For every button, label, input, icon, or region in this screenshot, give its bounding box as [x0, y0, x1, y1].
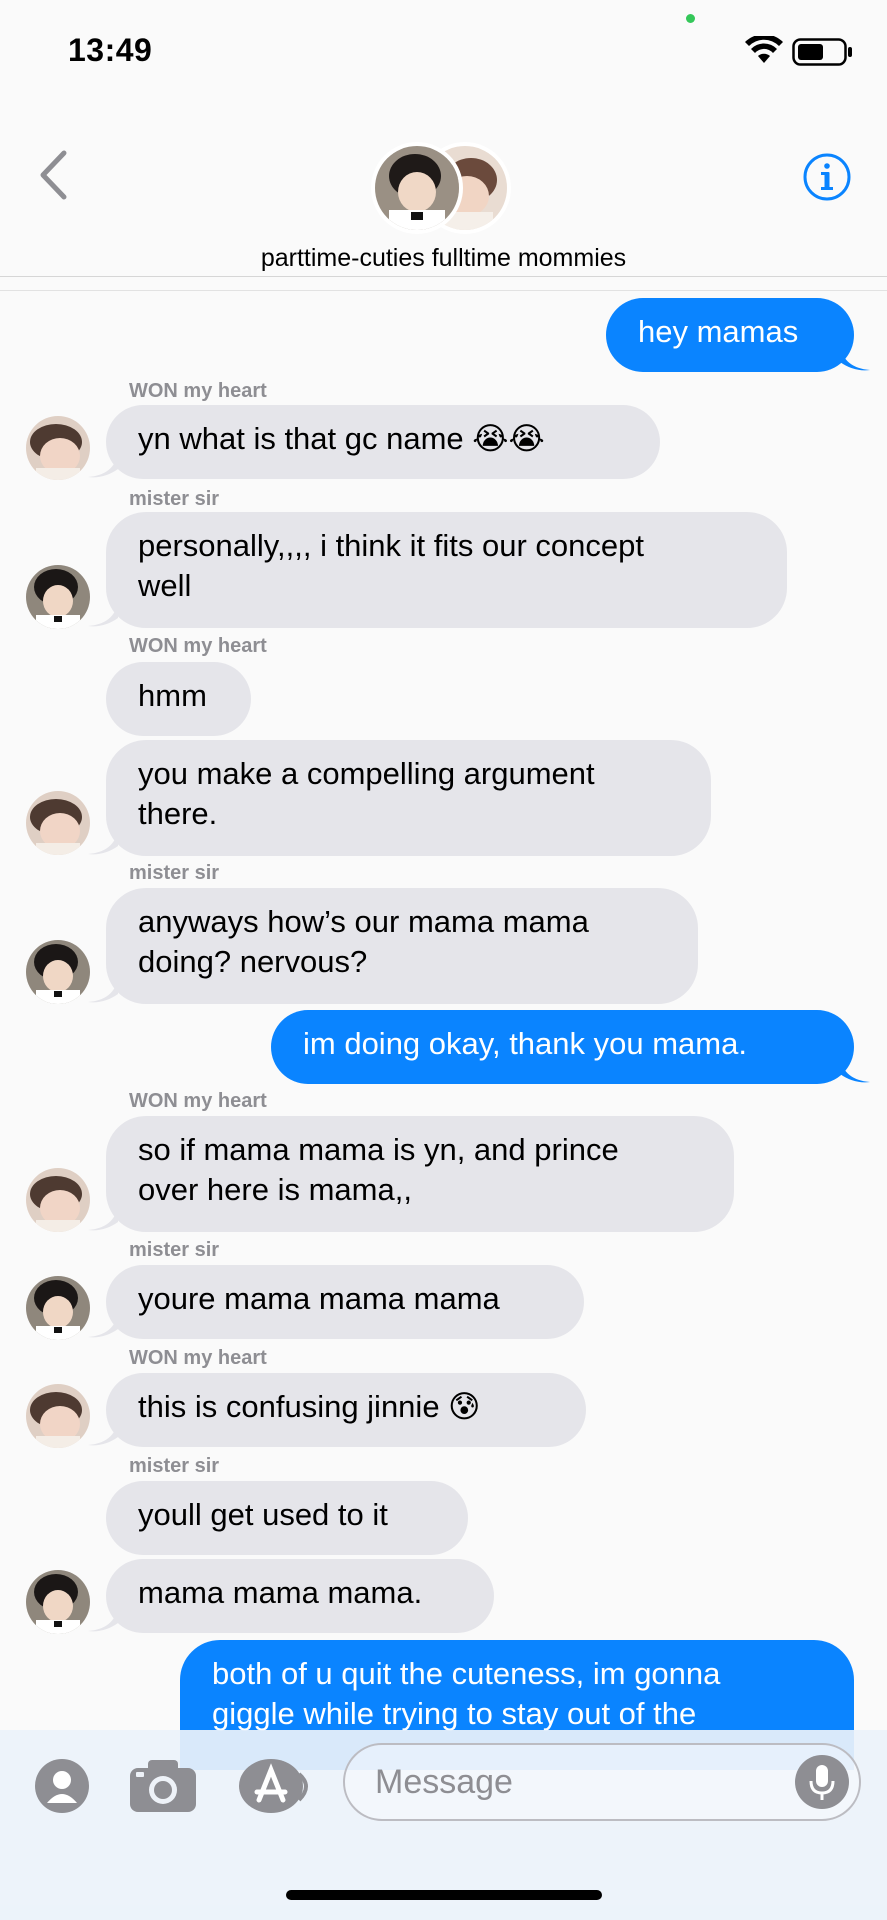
message-text: youre mama mama mama [138, 1281, 500, 1316]
message-input[interactable]: Message [343, 1743, 861, 1821]
group-avatar[interactable] [371, 142, 513, 236]
incoming-message[interactable]: this is confusing jinnie 😰 [106, 1373, 586, 1447]
message-text-line: so if mama mama is yn, and prince [138, 1132, 619, 1167]
message-text: im doing okay, thank you mama. [303, 1026, 747, 1061]
bubble-tail [88, 1607, 118, 1632]
bubble-tail [88, 1313, 118, 1338]
incoming-message[interactable]: mama mama mama. [106, 1559, 494, 1633]
header-divider [0, 290, 887, 291]
avatar-won[interactable] [26, 791, 90, 855]
bubble-tail [88, 453, 118, 478]
message-placeholder: Message [375, 1763, 513, 1801]
camera-indicator-dot [686, 14, 695, 23]
member-avatar-mister [371, 142, 463, 234]
message-text-line: both of u quit the cuteness, im gonna [212, 1656, 721, 1691]
incoming-message[interactable]: you make a compelling argument there. [106, 740, 711, 856]
incoming-message[interactable]: hmm [106, 662, 251, 736]
bubble-tail [88, 978, 118, 1003]
bubble-tail [840, 1058, 870, 1083]
avatar-won[interactable] [26, 1168, 90, 1232]
header-divider [0, 276, 887, 277]
status-bar: 13:49 [0, 0, 887, 100]
sender-name: mister sir [129, 862, 220, 884]
battery-icon [792, 38, 852, 66]
message-text: this is confusing jinnie 😰 [138, 1389, 481, 1424]
message-text-line: personally,,,, i think it fits our conce… [138, 528, 644, 563]
sender-name: WON my heart [129, 380, 267, 402]
message-text-line: giggle while trying to stay out of the [212, 1696, 697, 1731]
message-text: mama mama mama. [138, 1575, 423, 1610]
message-text-line: you make a compelling argument [138, 756, 595, 791]
app-store-icon[interactable] [237, 1756, 313, 1816]
sender-name: mister sir [129, 1239, 220, 1261]
sender-name: WON my heart [129, 635, 267, 657]
incoming-message[interactable]: youre mama mama mama [106, 1265, 584, 1339]
sender-name: mister sir [129, 1455, 220, 1477]
bubble-tail [88, 602, 118, 627]
message-text-line: well [138, 568, 192, 603]
incoming-message[interactable]: youll get used to it [106, 1481, 468, 1555]
message-text: yn what is that gc name 😭😭 [138, 421, 545, 456]
microphone-icon[interactable] [793, 1753, 851, 1811]
home-indicator[interactable] [286, 1890, 602, 1900]
incoming-message[interactable]: yn what is that gc name 😭😭 [106, 405, 660, 479]
memoji-apps-icon[interactable] [33, 1757, 91, 1815]
avatar-won[interactable] [26, 1384, 90, 1448]
incoming-message[interactable]: anyways how’s our mama mama doing? nervo… [106, 888, 698, 1004]
sender-name: WON my heart [129, 1347, 267, 1369]
outgoing-message[interactable]: im doing okay, thank you mama. [271, 1010, 854, 1084]
outgoing-message[interactable]: hey mamas [606, 298, 854, 372]
message-text-line: there. [138, 796, 218, 831]
chat-title[interactable]: parttime-cuties fulltime mommies [0, 244, 887, 273]
sender-name: mister sir [129, 488, 220, 510]
avatar-mister[interactable] [26, 940, 90, 1004]
wifi-icon [745, 36, 783, 63]
sender-name: WON my heart [129, 1090, 267, 1112]
avatar-won[interactable] [26, 416, 90, 480]
message-text: hey mamas [638, 314, 799, 349]
message-text-line: anyways how’s our mama mama [138, 904, 589, 939]
bubble-tail [88, 1206, 118, 1231]
message-text-line: over here is mama,, [138, 1172, 412, 1207]
message-text: hmm [138, 678, 207, 713]
avatar-mister[interactable] [26, 1570, 90, 1634]
status-time: 13:49 [68, 32, 153, 68]
bubble-tail [88, 1421, 118, 1446]
bubble-tail [840, 346, 870, 371]
incoming-message[interactable]: personally,,,, i think it fits our conce… [106, 512, 787, 628]
info-icon[interactable] [802, 152, 852, 202]
message-text-line: doing? nervous? [138, 944, 368, 979]
avatar-mister[interactable] [26, 565, 90, 629]
bubble-tail [88, 830, 118, 855]
camera-icon[interactable] [128, 1758, 198, 1814]
back-chevron-icon[interactable] [38, 150, 68, 200]
message-text: youll get used to it [138, 1497, 388, 1532]
avatar-mister[interactable] [26, 1276, 90, 1340]
incoming-message[interactable]: so if mama mama is yn, and prince over h… [106, 1116, 734, 1232]
